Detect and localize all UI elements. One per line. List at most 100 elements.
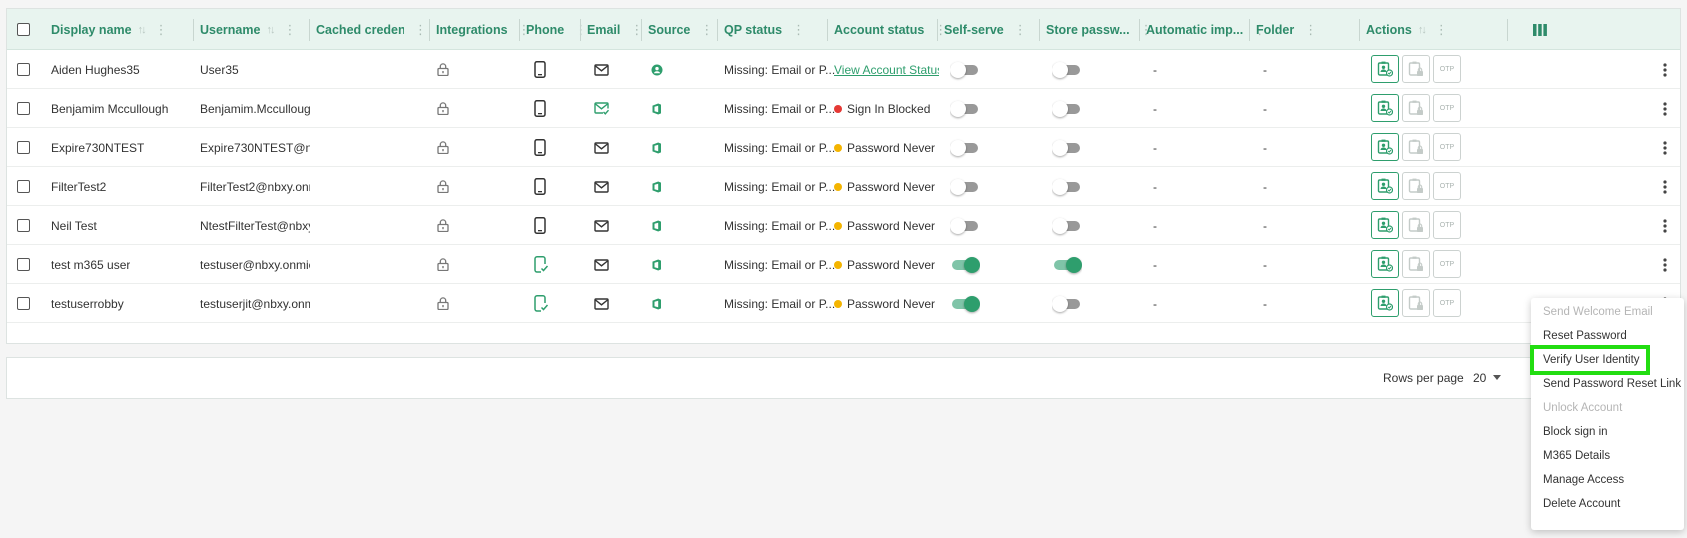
row-checkbox[interactable] <box>17 63 30 76</box>
row-menu-button[interactable] <box>1655 50 1675 89</box>
column-menu-icon[interactable]: ⋮ <box>283 22 296 38</box>
column-divider[interactable] <box>519 19 520 41</box>
otp-button[interactable]: OTP <box>1433 94 1461 122</box>
column-header-qp-status[interactable]: QP status ⋮ <box>724 9 805 50</box>
unlock-button[interactable] <box>1402 289 1430 317</box>
column-divider[interactable] <box>717 19 718 41</box>
column-divider[interactable] <box>1039 19 1040 41</box>
otp-button[interactable]: OTP <box>1433 55 1461 83</box>
columns-picker-button[interactable] <box>1533 9 1547 50</box>
sort-arrows-icon[interactable]: ↑↓ <box>266 24 275 36</box>
otp-button[interactable]: OTP <box>1433 250 1461 278</box>
otp-button[interactable]: OTP <box>1433 133 1461 161</box>
row-menu-button[interactable] <box>1655 89 1675 128</box>
store-password-toggle[interactable] <box>1052 217 1082 234</box>
column-menu-icon[interactable]: ⋮ <box>1014 22 1027 38</box>
column-header-display-name[interactable]: Display name ↑↓ ⋮ <box>51 9 168 50</box>
menu-item-block-sign-in[interactable]: Block sign in <box>1531 420 1684 444</box>
row-checkbox[interactable] <box>17 141 30 154</box>
column-header-self-serve[interactable]: Self-serve ⋮ <box>944 9 1027 50</box>
row-menu-button[interactable] <box>1655 245 1675 284</box>
self-serve-toggle[interactable] <box>950 61 980 78</box>
verify-user-button[interactable] <box>1371 172 1399 200</box>
verify-user-button[interactable] <box>1371 250 1399 278</box>
menu-item-delete-account[interactable]: Delete Account <box>1531 492 1684 516</box>
column-header-store-password[interactable]: Store passw... ⋮ <box>1046 9 1153 50</box>
column-header-source[interactable]: Source ⋮ <box>648 9 713 50</box>
column-divider[interactable] <box>1359 19 1360 41</box>
unlock-button[interactable] <box>1402 172 1430 200</box>
column-divider[interactable] <box>641 19 642 41</box>
menu-item-reset-password[interactable]: Reset Password <box>1531 324 1684 348</box>
column-divider[interactable] <box>1249 19 1250 41</box>
self-serve-toggle[interactable] <box>950 256 980 273</box>
column-divider[interactable] <box>429 19 430 41</box>
verify-user-button[interactable] <box>1371 55 1399 83</box>
row-checkbox[interactable] <box>17 180 30 193</box>
self-serve-toggle[interactable] <box>950 295 980 312</box>
column-menu-icon[interactable]: ⋮ <box>700 22 713 38</box>
table-row[interactable]: Expire730NTEST Expire730NTEST@nbxy. Missin… <box>7 128 1680 167</box>
table-row[interactable]: testuserrobby testuserjit@nbxy.onmic Missi… <box>7 284 1680 323</box>
select-all-checkbox[interactable] <box>17 23 30 36</box>
row-menu-button[interactable] <box>1655 128 1675 167</box>
column-divider[interactable] <box>1507 19 1508 41</box>
column-menu-icon[interactable]: ⋮ <box>792 22 805 38</box>
rows-per-page-select[interactable]: 20 <box>1473 358 1486 398</box>
column-divider[interactable] <box>193 19 194 41</box>
column-header-integrations[interactable]: Integrations ⋮ <box>436 9 531 50</box>
account-status-cell[interactable]: View Account Status <box>834 50 939 89</box>
menu-item-verify-user-identity[interactable]: Verify User Identity <box>1530 345 1650 375</box>
store-password-toggle[interactable] <box>1052 61 1082 78</box>
unlock-button[interactable] <box>1402 133 1430 161</box>
menu-item-manage-access[interactable]: Manage Access <box>1531 468 1684 492</box>
view-account-status-link[interactable]: View Account Status <box>834 63 939 77</box>
menu-item-m365-details[interactable]: M365 Details <box>1531 444 1684 468</box>
table-row[interactable]: Aiden Hughes35 User35 Missing: Email or P.… <box>7 50 1680 89</box>
verify-user-button[interactable] <box>1371 211 1399 239</box>
row-checkbox[interactable] <box>17 297 30 310</box>
column-header-actions[interactable]: Actions ↑↓ ⋮ <box>1366 9 1448 50</box>
column-divider[interactable] <box>827 19 828 41</box>
store-password-toggle[interactable] <box>1052 100 1082 117</box>
unlock-button[interactable] <box>1402 55 1430 83</box>
unlock-button[interactable] <box>1402 250 1430 278</box>
table-row[interactable]: Benjamim Mccullough Benjamim.Mccullough@ M… <box>7 89 1680 128</box>
column-divider[interactable] <box>580 19 581 41</box>
row-checkbox[interactable] <box>17 258 30 271</box>
store-password-toggle[interactable] <box>1052 178 1082 195</box>
column-menu-icon[interactable]: ⋮ <box>1435 22 1448 38</box>
row-menu-button[interactable] <box>1655 167 1675 206</box>
otp-button[interactable]: OTP <box>1433 172 1461 200</box>
self-serve-toggle[interactable] <box>950 178 980 195</box>
column-divider[interactable] <box>1139 19 1140 41</box>
row-checkbox[interactable] <box>17 102 30 115</box>
verify-user-button[interactable] <box>1371 94 1399 122</box>
otp-button[interactable]: OTP <box>1433 211 1461 239</box>
unlock-button[interactable] <box>1402 211 1430 239</box>
column-header-email[interactable]: Email ⋮ <box>587 9 643 50</box>
column-header-cached-credentials[interactable]: Cached credenti... ⋮ <box>316 9 427 50</box>
self-serve-toggle[interactable] <box>950 217 980 234</box>
row-checkbox[interactable] <box>17 219 30 232</box>
column-header-account-status[interactable]: Account status ⋮ <box>834 9 947 50</box>
chevron-down-icon[interactable] <box>1493 375 1501 380</box>
column-header-phone[interactable]: Phone⋮ <box>526 9 587 50</box>
sort-arrows-icon[interactable]: ↑↓ <box>1418 24 1427 36</box>
menu-item-send-password-reset-link[interactable]: Send Password Reset Link <box>1531 372 1684 396</box>
row-menu-button[interactable] <box>1655 206 1675 245</box>
column-divider[interactable] <box>309 19 310 41</box>
store-password-toggle[interactable] <box>1052 295 1082 312</box>
sort-arrows-icon[interactable]: ↑↓ <box>138 24 147 36</box>
store-password-toggle[interactable] <box>1052 139 1082 156</box>
column-divider[interactable] <box>937 19 938 41</box>
table-row[interactable]: test m365 user testuser@nbxy.onmicro Missi… <box>7 245 1680 284</box>
column-menu-icon[interactable]: ⋮ <box>414 22 427 38</box>
verify-user-button[interactable] <box>1371 289 1399 317</box>
table-row[interactable]: Neil Test NtestFilterTest@nbxy.or Missing:… <box>7 206 1680 245</box>
otp-button[interactable]: OTP <box>1433 289 1461 317</box>
store-password-toggle[interactable] <box>1052 256 1082 273</box>
column-menu-icon[interactable]: ⋮ <box>155 22 168 38</box>
unlock-button[interactable] <box>1402 94 1430 122</box>
verify-user-button[interactable] <box>1371 133 1399 161</box>
